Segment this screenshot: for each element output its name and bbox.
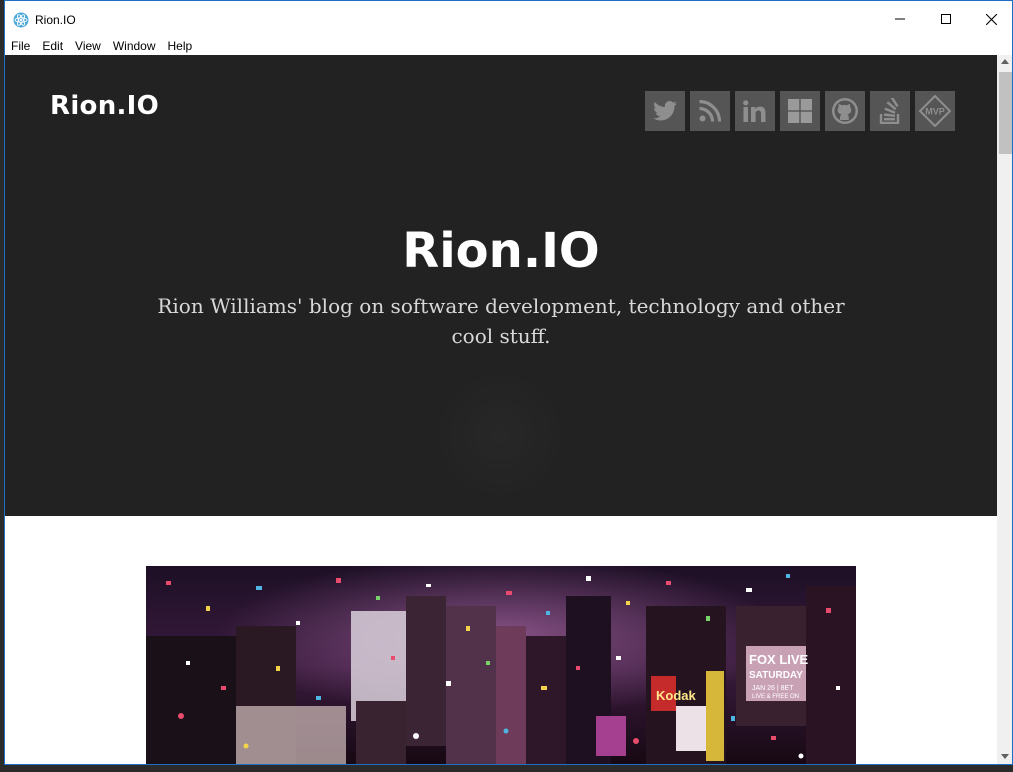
web-content: Rion.IO MVP Rion.IO Rion Williams' blog … [5,55,997,764]
menu-bar: File Edit View Window Help [5,37,1012,55]
sign-saturday: SATURDAY [749,670,803,681]
windows-link[interactable] [780,91,820,131]
scroll-down-arrow-icon[interactable] [1001,754,1009,759]
app-window: Rion.IO File Edit View Window Help Rion.… [4,0,1013,765]
sign-kodak: Kodak [656,688,697,703]
menu-file[interactable]: File [5,37,36,55]
hero-background-shape [425,375,575,495]
desktop-background [0,765,1013,772]
menu-view[interactable]: View [69,37,107,55]
times-square-confetti-photo: Kodak FOX LIVE SATURDAY JAN 26 | 8ET LIV… [146,566,856,764]
maximize-icon [941,14,951,24]
menu-help[interactable]: Help [162,37,199,55]
scroll-thumb[interactable] [999,72,1012,154]
minimize-button[interactable] [877,1,923,37]
menu-window[interactable]: Window [107,37,162,55]
stackoverflow-link[interactable] [870,91,910,131]
close-icon [985,13,997,25]
scroll-up-arrow-icon[interactable] [1001,59,1009,64]
social-links: MVP [645,91,955,131]
windows-icon [788,99,812,123]
rss-icon [699,100,721,122]
minimize-icon [895,18,905,20]
menu-edit[interactable]: Edit [36,37,69,55]
github-icon [832,98,858,124]
sign-fox-live: FOX LIVE [749,652,809,667]
sign-date: JAN 26 | 8ET [752,685,794,692]
linkedin-link[interactable] [735,91,775,131]
github-link[interactable] [825,91,865,131]
hero-title: Rion.IO [402,223,600,279]
vertical-scrollbar[interactable] [997,55,1012,764]
linkedin-icon [743,100,766,122]
twitter-icon [653,101,677,121]
electron-app-icon [13,12,29,28]
stackoverflow-icon [879,98,900,124]
twitter-link[interactable] [645,91,685,131]
sign-live-free: LIVE & FREE ON [752,694,799,700]
title-bar[interactable]: Rion.IO [5,1,1012,37]
post-featured-image[interactable]: Kodak FOX LIVE SATURDAY JAN 26 | 8ET LIV… [146,566,856,764]
rss-link[interactable] [690,91,730,131]
maximize-button[interactable] [923,1,969,37]
mvp-link[interactable]: MVP [915,91,955,131]
mvp-label: MVP [925,107,945,117]
hero-subtitle: Rion Williams' blog on software developm… [157,294,845,348]
hero-header: Rion.IO MVP Rion.IO Rion Williams' blog … [5,55,997,516]
site-brand-link[interactable]: Rion.IO [50,91,159,121]
close-button[interactable] [968,1,1012,37]
window-title: Rion.IO [35,13,76,27]
mvp-icon: MVP [919,95,951,127]
